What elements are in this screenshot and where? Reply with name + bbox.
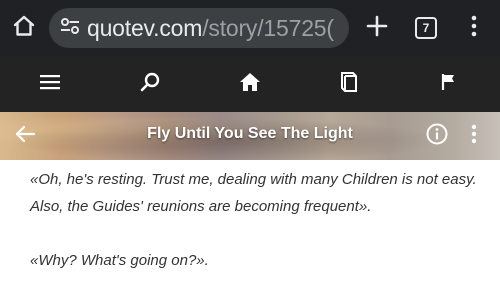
story-more-button[interactable]	[464, 123, 484, 149]
book-icon	[338, 70, 360, 99]
story-line: Also, the Guides' reunions are becoming …	[30, 198, 372, 215]
story-title-bar: Fly Until You See The Light	[0, 112, 500, 160]
story-paragraph: «Why? What's going on?».	[30, 247, 480, 274]
more-vert-icon	[471, 15, 477, 42]
search-icon	[139, 71, 161, 98]
home-icon	[12, 14, 36, 43]
nav-search-button[interactable]	[133, 68, 167, 100]
home-icon	[238, 71, 262, 98]
story-title: Fly Until You See The Light	[147, 125, 353, 142]
url-host: quotev.com	[87, 14, 203, 41]
story-line: «Why? What's going on?».	[30, 252, 209, 269]
url-path: /story/15725(	[202, 14, 334, 41]
story-line: «Oh, he's resting. Trust me, dealing wit…	[30, 171, 477, 188]
nav-menu-button[interactable]	[33, 68, 67, 100]
site-settings-button[interactable]	[53, 8, 87, 48]
back-button[interactable]	[10, 122, 40, 150]
plus-icon	[366, 15, 388, 42]
more-vert-icon	[471, 124, 477, 149]
arrow-left-icon	[14, 124, 36, 149]
new-tab-button[interactable]	[362, 13, 392, 43]
flag-icon	[440, 72, 458, 97]
address-bar[interactable]: quotev.com/story/15725(	[49, 8, 349, 48]
nav-library-button[interactable]	[332, 68, 366, 100]
browser-menu-button[interactable]	[462, 13, 486, 43]
info-icon	[425, 122, 449, 151]
tab-count: 7	[415, 17, 437, 39]
browser-toolbar: quotev.com/story/15725( 7	[0, 0, 500, 56]
tune-icon	[60, 17, 80, 40]
hamburger-menu-icon	[39, 73, 61, 96]
site-nav	[0, 56, 500, 112]
tab-switcher-button[interactable]: 7	[412, 14, 440, 42]
url-text[interactable]: quotev.com/story/15725(	[87, 15, 334, 42]
story-info-button[interactable]	[424, 123, 450, 149]
nav-home-button[interactable]	[233, 68, 267, 100]
story-content: «Oh, he's resting. Trust me, dealing wit…	[30, 166, 480, 274]
browser-home-button[interactable]	[8, 13, 40, 43]
nav-notifications-button[interactable]	[432, 68, 466, 100]
story-paragraph: «Oh, he's resting. Trust me, dealing wit…	[30, 166, 480, 220]
